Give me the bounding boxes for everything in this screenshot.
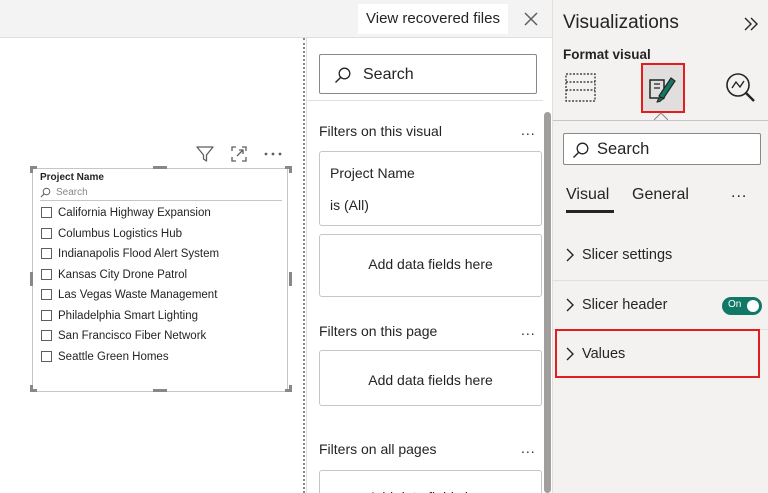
slicer-item-label: Columbus Logistics Hub: [58, 227, 183, 240]
slicer-title: Project Name: [40, 172, 104, 183]
toggle-knob: [747, 300, 759, 312]
more-options-button[interactable]: ...: [521, 122, 536, 138]
visualizations-pane: Visualizations Format visual Search Visu…: [552, 0, 768, 493]
resize-handle[interactable]: [153, 166, 167, 169]
checkbox[interactable]: [41, 309, 52, 321]
tab-general[interactable]: General: [632, 186, 689, 204]
filter-card-project-name[interactable]: Project Name is (All): [319, 151, 542, 226]
tab-visual[interactable]: Visual: [566, 186, 609, 204]
checkbox[interactable]: [41, 330, 52, 341]
slicer-search-placeholder: Search: [56, 187, 88, 198]
more-options-button[interactable]: ...: [521, 322, 536, 338]
add-data-fields-label: Add data fields here: [368, 256, 493, 272]
format-search-label: Search: [597, 140, 650, 158]
section-label: Slicer header: [582, 297, 668, 313]
section-label: Slicer settings: [582, 247, 673, 263]
slicer-item[interactable]: Columbus Logistics Hub: [40, 224, 282, 245]
chevron-right-icon: [566, 298, 574, 312]
filters-on-this-page-title: Filters on this page: [319, 323, 438, 339]
add-data-fields-label: Add data fields here: [368, 372, 493, 388]
checkbox[interactable]: [41, 207, 52, 218]
more-options-button[interactable]: ...: [731, 184, 747, 202]
resize-handle[interactable]: [153, 389, 167, 392]
analytics-icon[interactable]: [723, 70, 759, 106]
slicer-item-label: Seattle Green Homes: [58, 350, 169, 363]
slicer-item[interactable]: Indianapolis Flood Alert System: [40, 244, 282, 265]
checkbox[interactable]: [41, 248, 52, 259]
chevron-right-icon: [566, 248, 574, 262]
resize-handle[interactable]: [289, 385, 292, 392]
more-options-icon[interactable]: [262, 143, 284, 165]
slicer-item-label: California Highway Expansion: [58, 207, 211, 219]
search-icon: [40, 187, 51, 198]
scrollbar-thumb[interactable]: [544, 112, 551, 493]
slicer-item-label: Philadelphia Smart Lighting: [58, 309, 199, 322]
filters-search-label: Search: [363, 66, 414, 83]
filter-condition: is (All): [330, 197, 369, 213]
checkbox[interactable]: [41, 227, 52, 239]
filters-pane: Search Filters on this visual ... Projec…: [306, 38, 553, 493]
active-tab-pointer-icon: [654, 112, 668, 120]
checkbox[interactable]: [41, 350, 52, 362]
resize-handle[interactable]: [30, 272, 33, 286]
divider: [553, 120, 768, 121]
canvas-top-bar: View recovered files: [0, 0, 552, 38]
section-slicer-header[interactable]: Slicer header On: [553, 281, 768, 330]
add-data-fields-visual[interactable]: Add data fields here: [319, 234, 542, 297]
filter-field-name: Project Name: [330, 165, 415, 181]
view-recovered-files-button[interactable]: View recovered files: [358, 4, 508, 34]
slicer-item-label: Las Vegas Waste Management: [58, 289, 218, 301]
slicer-item[interactable]: San Francisco Fiber Network: [40, 326, 282, 347]
checkbox[interactable]: [41, 289, 52, 300]
visualizations-title: Visualizations: [563, 12, 679, 33]
active-tab-underline: [566, 210, 614, 213]
resize-handle[interactable]: [30, 166, 33, 173]
slicer-search-input[interactable]: Search: [40, 186, 282, 201]
slicer-item[interactable]: California Highway Expansion: [40, 203, 282, 224]
resize-handle[interactable]: [30, 385, 33, 392]
divider: [307, 100, 553, 101]
slicer-item[interactable]: Las Vegas Waste Management: [40, 285, 282, 306]
add-data-fields-all-pages[interactable]: Add data fields here: [319, 470, 542, 493]
search-icon: [335, 67, 351, 83]
format-paintbrush-icon[interactable]: [645, 70, 681, 106]
slicer-item[interactable]: Kansas City Drone Patrol: [40, 265, 282, 286]
more-options-button[interactable]: ...: [521, 440, 536, 456]
add-data-fields-label: Add data fields here: [320, 489, 541, 493]
filters-on-this-visual-title: Filters on this visual: [319, 123, 442, 139]
collapse-pane-icon[interactable]: [741, 14, 761, 34]
filter-icon[interactable]: [194, 143, 216, 165]
slicer-item[interactable]: Philadelphia Smart Lighting: [40, 306, 282, 327]
slicer-item-label: Kansas City Drone Patrol: [58, 268, 188, 281]
slicer-item-label: Indianapolis Flood Alert System: [58, 248, 220, 260]
search-icon: [573, 142, 589, 158]
filters-search-input[interactable]: Search: [319, 54, 537, 94]
focus-mode-icon[interactable]: [228, 143, 250, 165]
slicer-item[interactable]: Seattle Green Homes: [40, 347, 282, 368]
canvas-divider[interactable]: [303, 38, 305, 493]
add-data-fields-page[interactable]: Add data fields here: [319, 350, 542, 406]
resize-handle[interactable]: [289, 166, 292, 173]
slicer-list: California Highway Expansion Columbus Lo…: [40, 203, 282, 367]
slicer-header-toggle[interactable]: On: [722, 297, 762, 315]
format-search-input[interactable]: Search: [563, 133, 761, 165]
checkbox[interactable]: [41, 268, 52, 280]
visual-header: [194, 143, 289, 165]
slicer-item-label: San Francisco Fiber Network: [58, 330, 207, 342]
section-slicer-settings[interactable]: Slicer settings: [553, 231, 768, 280]
toggle-label: On: [728, 299, 742, 310]
format-visual-title: Format visual: [563, 47, 651, 62]
close-icon[interactable]: [521, 9, 541, 29]
project-name-slicer[interactable]: Project Name Search California Highway E…: [30, 166, 292, 392]
values-highlight-box: [555, 329, 760, 378]
resize-handle[interactable]: [289, 272, 292, 286]
filters-on-all-pages-title: Filters on all pages: [319, 441, 437, 457]
build-visual-icon[interactable]: [563, 70, 599, 106]
